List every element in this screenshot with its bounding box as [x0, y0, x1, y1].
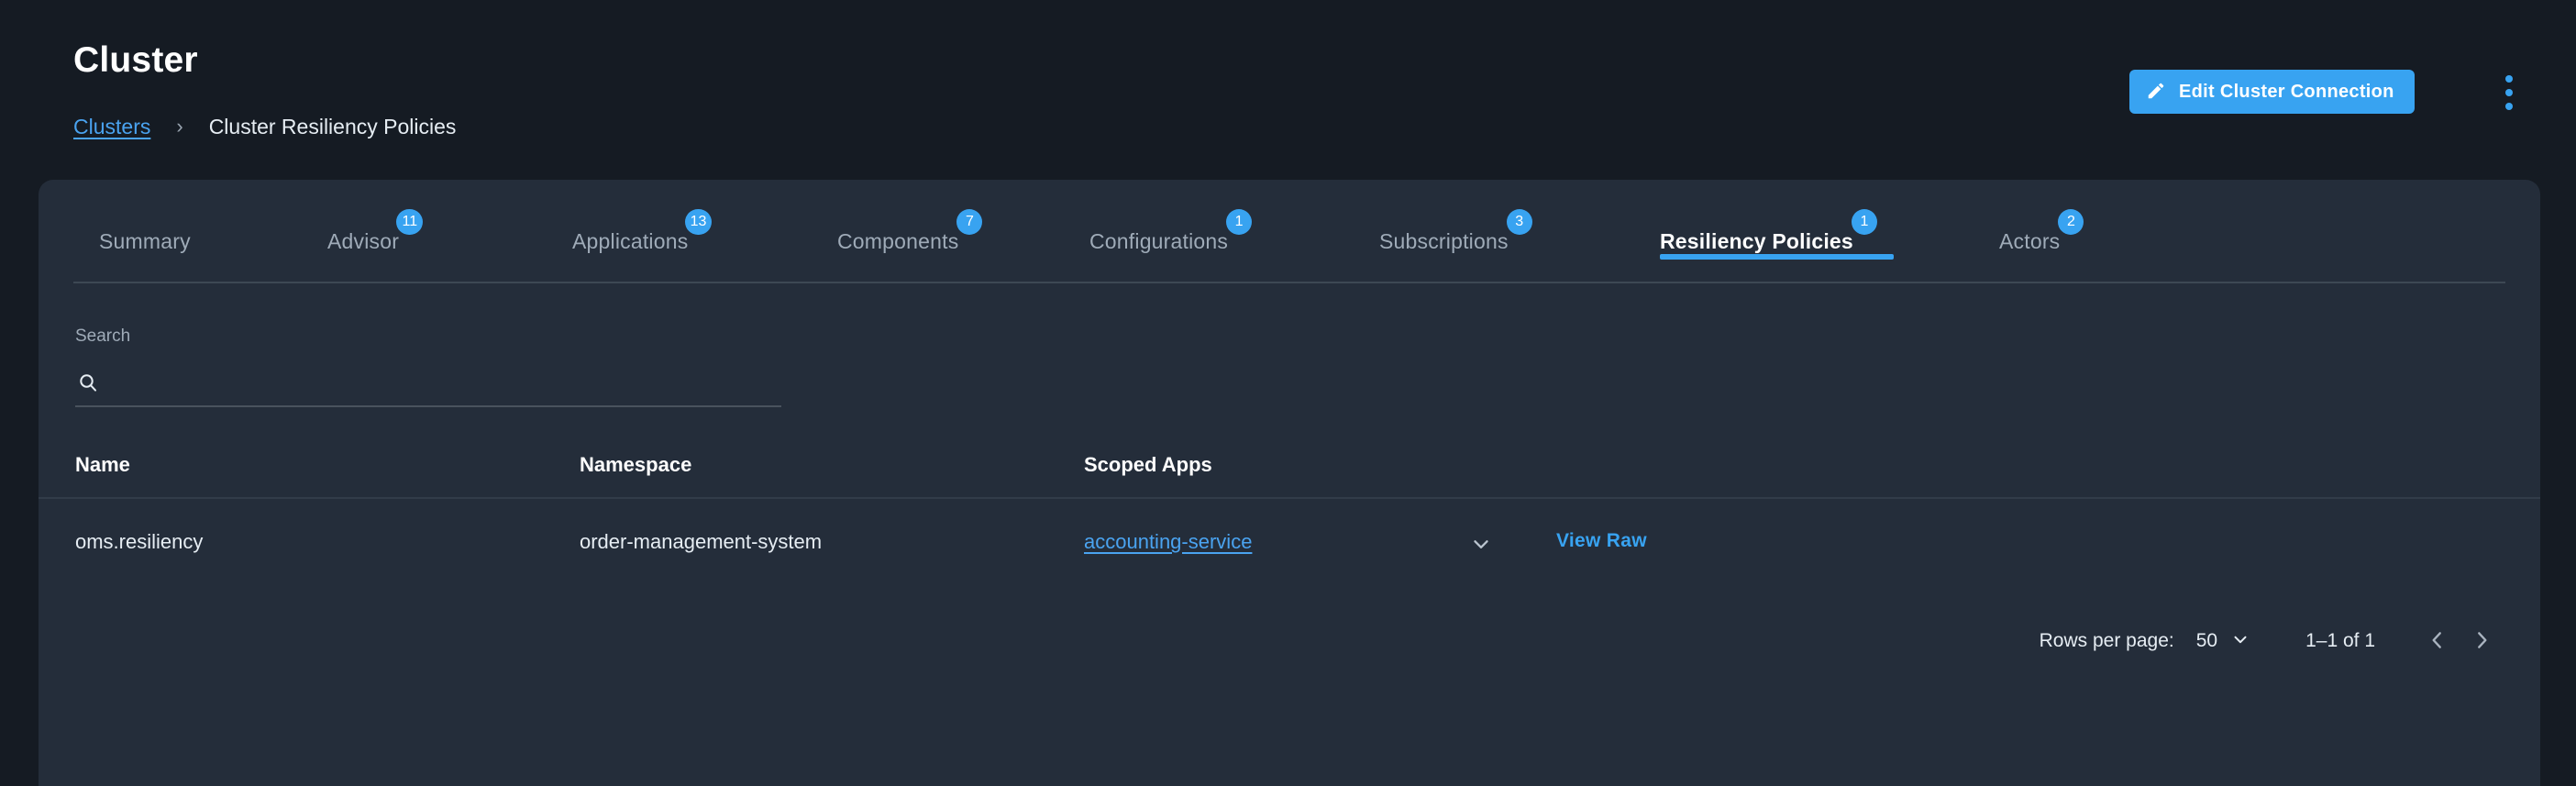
table-row[interactable]: oms.resiliency order-management-system a… — [39, 497, 2540, 585]
tab-advisor[interactable]: Advisor 11 — [327, 205, 424, 279]
tab-subscriptions[interactable]: Subscriptions 3 — [1379, 205, 1532, 279]
page-header: Cluster Clusters › Cluster Resiliency Po… — [0, 0, 2576, 180]
search-input[interactable] — [99, 373, 781, 395]
menu-dot — [2505, 89, 2513, 96]
tab-bar: Summary Advisor 11 Applications 13 Components… — [73, 205, 2505, 279]
cell-scoped-app-link[interactable]: accounting-service — [1084, 530, 1252, 554]
view-raw-button[interactable]: View Raw — [1556, 530, 1647, 552]
menu-dot — [2505, 103, 2513, 110]
page-title: Cluster — [73, 40, 198, 80]
breadcrumb-link-clusters[interactable]: Clusters — [73, 115, 150, 139]
cell-name: oms.resiliency — [75, 530, 204, 553]
tab-summary[interactable]: Summary — [99, 205, 191, 279]
tab-badge: 1 — [1226, 208, 1253, 235]
pagination-range: 1–1 of 1 — [2305, 630, 2375, 651]
breadcrumb-current: Cluster Resiliency Policies — [208, 114, 457, 138]
tab-badge: 2 — [2058, 208, 2084, 235]
edit-cluster-connection-button[interactable]: Edit Cluster Connection — [2129, 70, 2415, 114]
search-icon — [77, 371, 99, 398]
tab-configurations[interactable]: Configurations 1 — [1089, 205, 1253, 279]
rows-per-page-select[interactable]: 50 — [2196, 629, 2250, 654]
tab-badge: 11 — [396, 208, 424, 235]
tab-label: Actors — [1999, 228, 2061, 253]
tab-badge: 7 — [956, 208, 983, 235]
tab-inner: Actors 2 — [1999, 208, 2084, 256]
tab-label: Advisor — [327, 228, 400, 253]
chevron-right-icon — [2470, 628, 2493, 655]
tab-applications[interactable]: Applications 13 — [572, 205, 713, 279]
tab-inner: Summary — [99, 229, 191, 256]
column-header-name: Name — [75, 453, 130, 476]
chevron-down-icon — [2230, 629, 2250, 654]
tab-inner: Resiliency Policies 1 — [1660, 208, 1894, 260]
tab-inner: Subscriptions 3 — [1379, 208, 1532, 256]
search-group: Search — [75, 327, 781, 407]
rows-per-page-value: 50 — [2195, 630, 2218, 651]
tab-actors[interactable]: Actors 2 — [1999, 205, 2084, 279]
breadcrumb: Clusters › Cluster Resiliency Policies — [73, 115, 456, 138]
app-page: Cluster Clusters › Cluster Resiliency Po… — [0, 0, 2576, 786]
column-header-namespace: Namespace — [580, 453, 692, 476]
tab-label: Configurations — [1089, 228, 1229, 253]
tab-inner: Configurations 1 — [1089, 208, 1253, 256]
tab-bar-divider — [73, 282, 2505, 283]
table-header-row: Name Namespace Scoped Apps — [39, 446, 2540, 497]
chevron-down-icon[interactable] — [1469, 532, 1493, 560]
column-header-scoped-apps: Scoped Apps — [1084, 453, 1212, 476]
tab-inner: Components 7 — [837, 208, 983, 256]
tab-inner: Advisor 11 — [327, 208, 424, 256]
pagination: Rows per page: 50 1–1 of 1 — [2040, 615, 2504, 667]
tab-resiliency-policies[interactable]: Resiliency Policies 1 — [1660, 205, 1894, 279]
tab-active-indicator — [1660, 253, 1894, 260]
pencil-icon — [2146, 81, 2166, 104]
cell-namespace: order-management-system — [580, 530, 823, 553]
rows-per-page-label: Rows per page: — [2039, 630, 2174, 651]
tab-badge: 1 — [1851, 208, 1877, 235]
tab-label: Summary — [99, 228, 191, 253]
previous-page-button[interactable] — [2416, 619, 2460, 663]
content-card: Summary Advisor 11 Applications 13 Components… — [39, 180, 2540, 786]
tab-label: Applications — [572, 228, 689, 253]
tab-label: Subscriptions — [1379, 228, 1509, 253]
tab-label: Components — [837, 228, 959, 253]
menu-dot — [2505, 75, 2513, 83]
tab-badge: 3 — [1506, 208, 1532, 235]
tab-badge: 13 — [684, 208, 713, 235]
tab-inner: Applications 13 — [572, 208, 713, 256]
edit-cluster-connection-label: Edit Cluster Connection — [2179, 81, 2394, 102]
resiliency-policies-table: Name Namespace Scoped Apps oms.resilienc… — [39, 446, 2540, 585]
search-field[interactable] — [75, 363, 781, 407]
tab-label: Resiliency Policies — [1660, 228, 1853, 253]
tab-components[interactable]: Components 7 — [837, 205, 983, 279]
chevron-right-icon: › — [176, 115, 183, 138]
search-label: Search — [75, 327, 131, 346]
next-page-button[interactable] — [2460, 619, 2504, 663]
more-vertical-icon[interactable] — [2491, 72, 2527, 114]
chevron-left-icon — [2426, 628, 2449, 655]
